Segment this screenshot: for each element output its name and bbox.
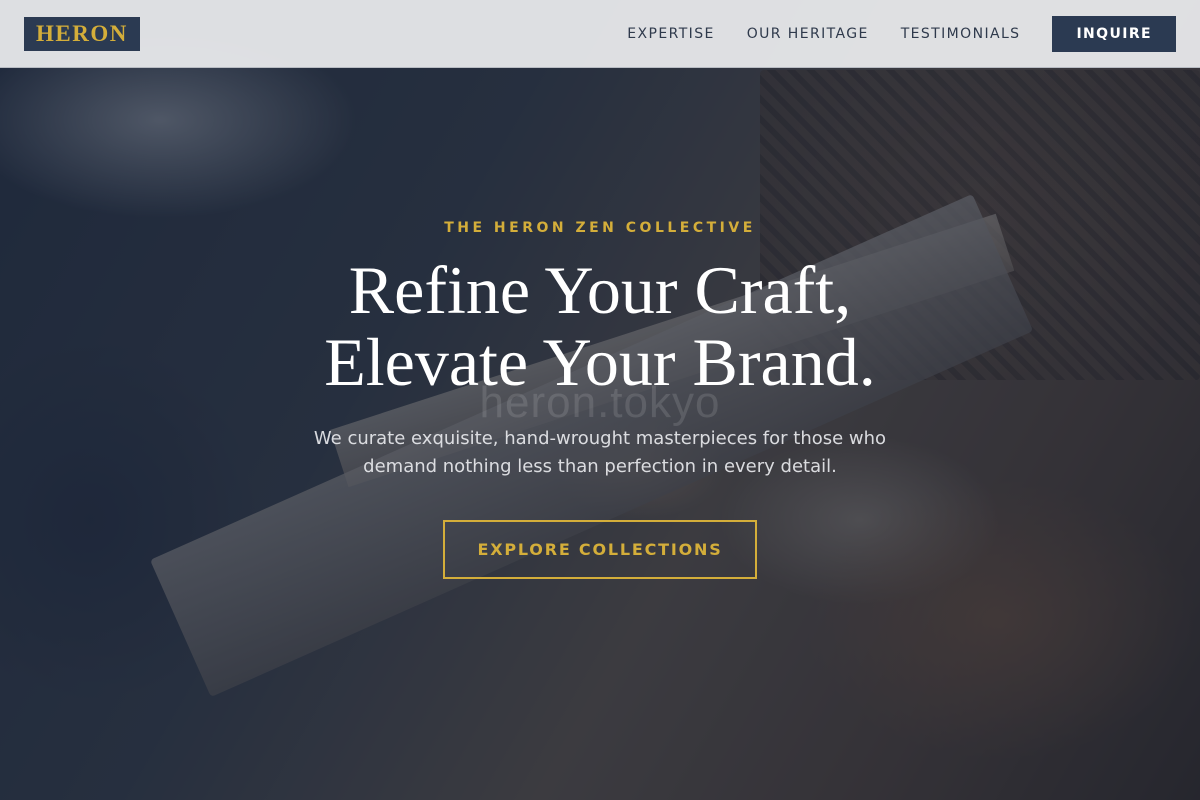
hero-headline-line-2: Elevate Your Brand. [324, 324, 876, 400]
hero-subtext-line-2: demand nothing less than perfection in e… [363, 456, 837, 477]
hero-subtext-line-1: We curate exquisite, hand-wrought master… [313, 428, 887, 449]
hero-headline-line-1: Refine Your Craft, [348, 252, 852, 328]
hero-section: THE HERON ZEN COLLECTIVE Refine Your Cra… [0, 0, 1200, 800]
landing-page: heron.tokyo HERON EXPERTISE OUR HERITAGE… [0, 0, 1200, 800]
explore-collections-button[interactable]: EXPLORE COLLECTIONS [443, 520, 757, 579]
hero-eyebrow: THE HERON ZEN COLLECTIVE [444, 220, 756, 236]
hero-headline: Refine Your Craft, Elevate Your Brand. [0, 254, 1200, 398]
hero-subtext: We curate exquisite, hand-wrought master… [0, 425, 1200, 481]
